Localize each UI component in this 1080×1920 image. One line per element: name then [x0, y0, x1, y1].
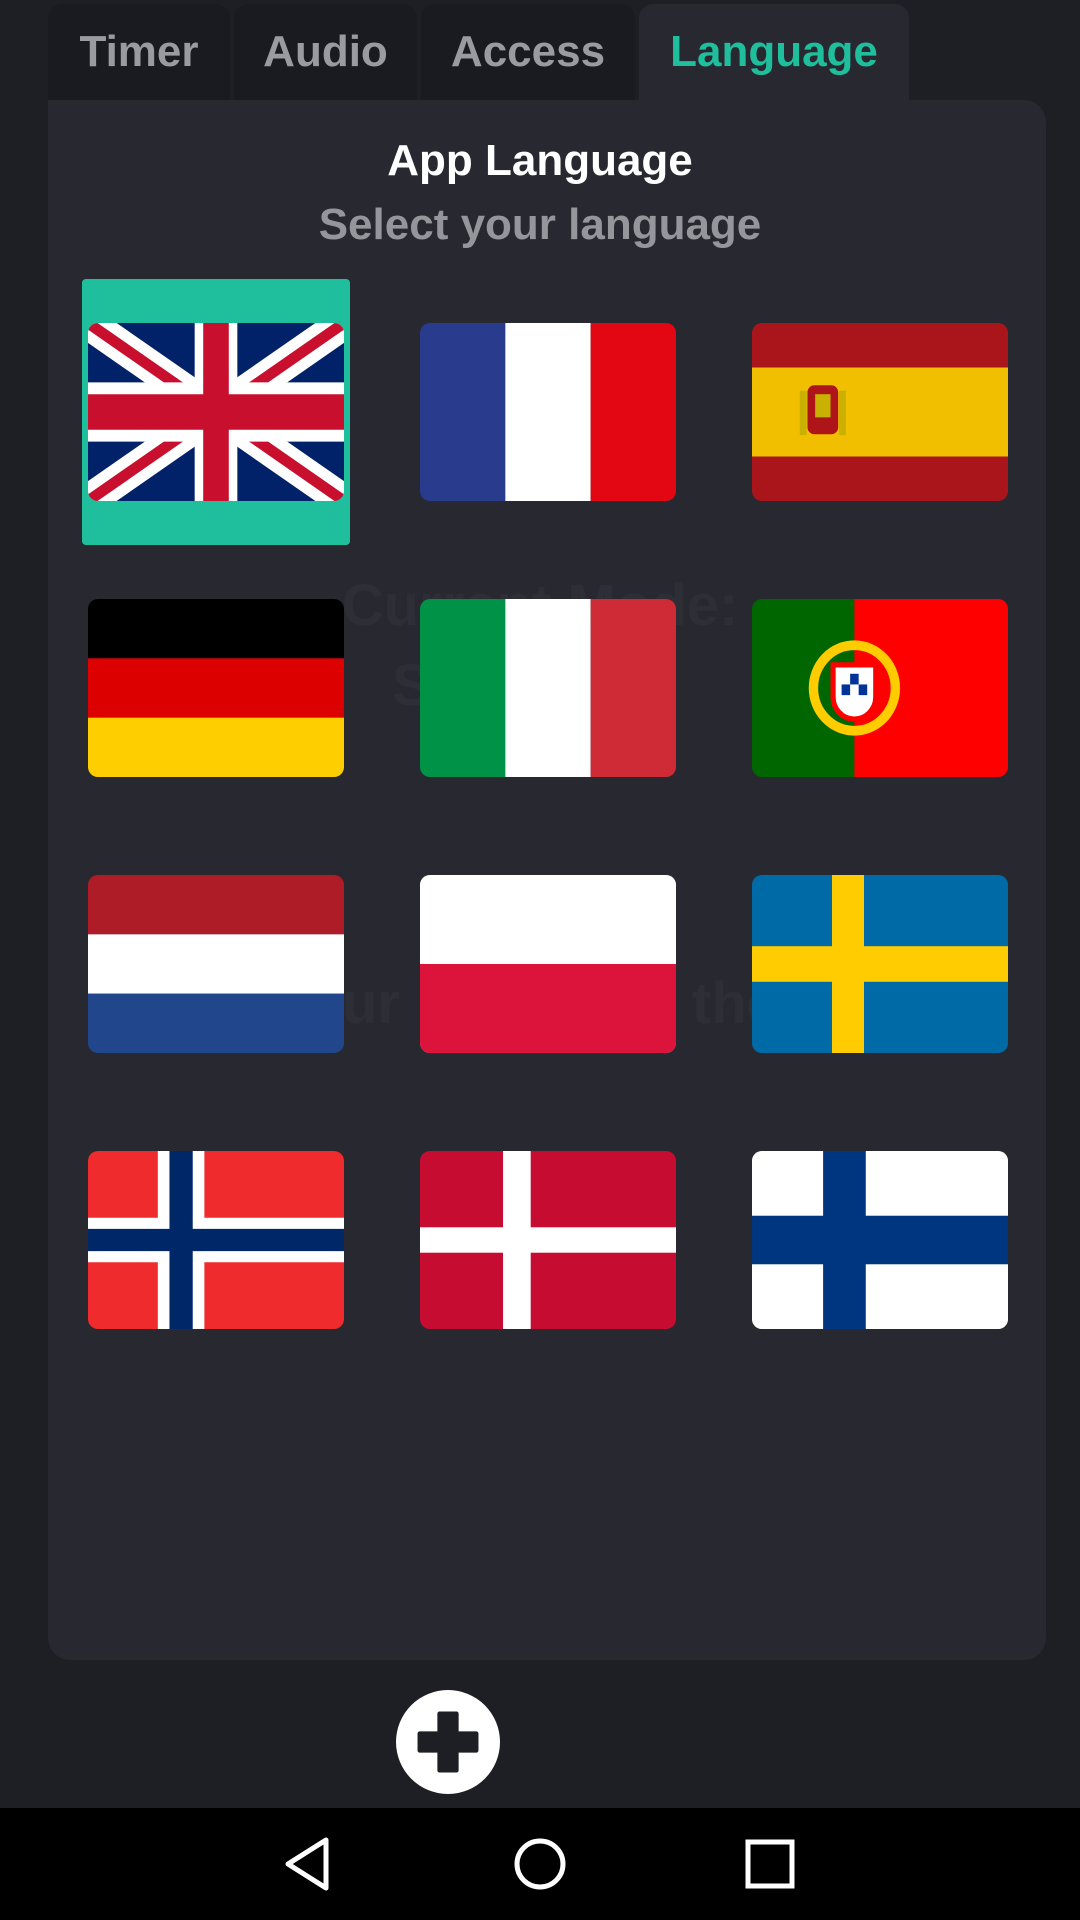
ghost-text-ur: ur [342, 971, 400, 1036]
language-option-denmark[interactable] [420, 1151, 676, 1329]
sweden-flag-icon [752, 875, 1008, 1053]
back-icon[interactable] [276, 1832, 340, 1896]
system-navigation-bar [0, 1808, 1080, 1920]
panel-title: App Language [387, 136, 693, 185]
plus-icon [417, 1711, 479, 1773]
netherlands-flag-icon [88, 875, 344, 1053]
norway-flag-icon [88, 1151, 344, 1329]
spain-flag-icon [752, 323, 1008, 501]
france-flag-icon [420, 323, 676, 501]
language-option-spain[interactable] [752, 323, 1008, 501]
language-option-poland[interactable] [420, 875, 676, 1053]
language-option-germany[interactable] [88, 599, 344, 777]
settings-tabs: Timer Audio Access Language [48, 4, 913, 100]
panel-subtitle: Select your language [318, 200, 762, 249]
united-kingdom-flag-icon [88, 323, 344, 501]
recents-icon[interactable] [738, 1832, 802, 1896]
language-option-norway[interactable] [88, 1151, 344, 1329]
tab-language[interactable]: Language [639, 4, 909, 100]
germany-flag-icon [88, 599, 344, 777]
language-option-netherlands[interactable] [88, 875, 344, 1053]
tab-access[interactable]: Access [421, 4, 635, 100]
denmark-flag-icon [420, 1151, 676, 1329]
finland-flag-icon [752, 1151, 1008, 1329]
language-option-sweden[interactable] [752, 875, 1008, 1053]
language-option-united-kingdom[interactable] [88, 323, 344, 501]
poland-flag-icon [420, 875, 676, 1053]
tab-audio[interactable]: Audio [234, 4, 417, 100]
home-icon[interactable] [508, 1832, 572, 1896]
portugal-flag-icon [752, 599, 1008, 777]
language-option-finland[interactable] [752, 1151, 1008, 1329]
language-option-italy[interactable] [420, 599, 676, 777]
language-option-portugal[interactable] [752, 599, 1008, 777]
tab-timer[interactable]: Timer [48, 4, 230, 100]
language-option-france[interactable] [420, 323, 676, 501]
italy-flag-icon [420, 599, 676, 777]
add-button[interactable] [396, 1690, 500, 1794]
